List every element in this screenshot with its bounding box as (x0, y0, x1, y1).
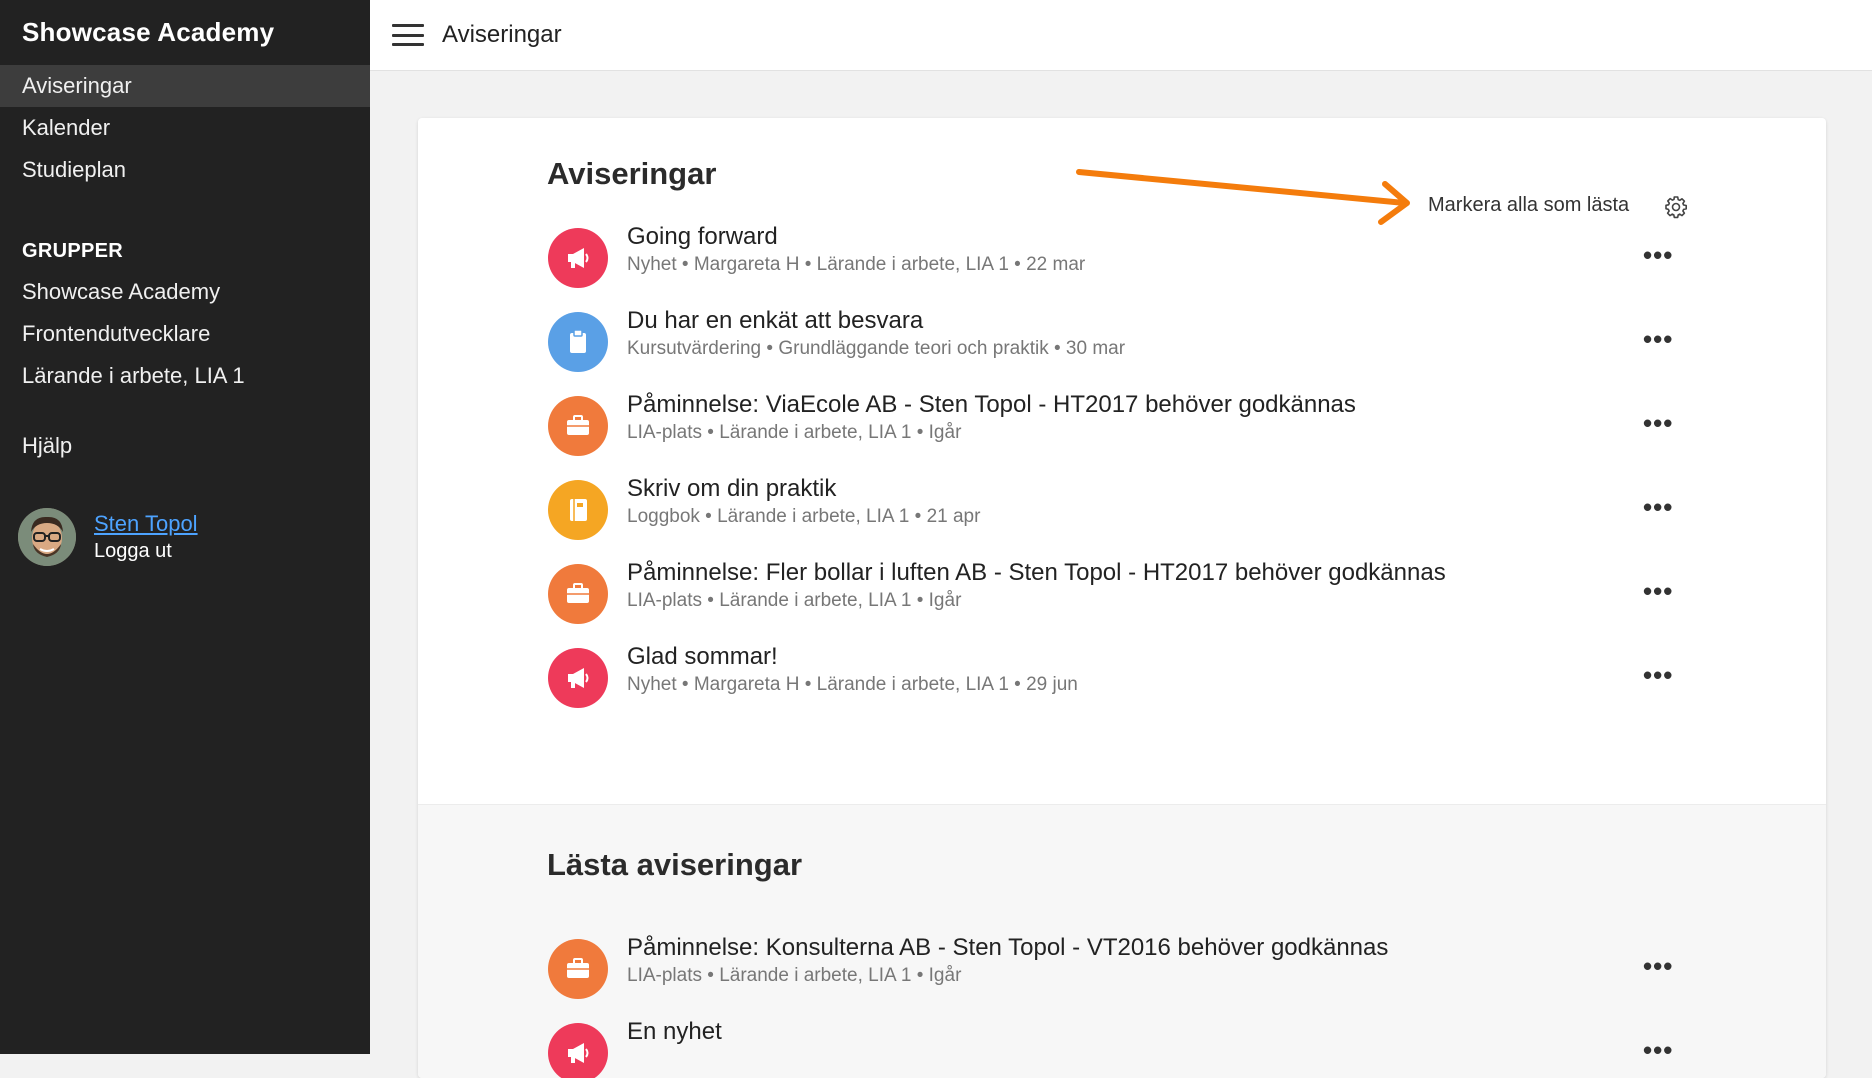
user-name-link[interactable]: Sten Topol (94, 510, 198, 538)
notification-title[interactable]: Påminnelse: Konsulterna AB - Sten Topol … (627, 934, 1388, 962)
briefcase-icon (548, 396, 608, 456)
more-options-icon[interactable]: ••• (1643, 492, 1673, 523)
sidebar-item-aviseringar[interactable]: Aviseringar (0, 65, 370, 107)
unread-heading: Aviseringar (547, 156, 717, 191)
notification-item[interactable]: Påminnelse: ViaEcole AB - Sten Topol - H… (548, 386, 1708, 456)
megaphone-icon (548, 1023, 608, 1078)
notification-meta: Kursutvärdering • Grundläggande teori oc… (627, 338, 1126, 359)
sidebar-item-studieplan[interactable]: Studieplan (0, 149, 370, 191)
megaphone-icon (548, 228, 608, 288)
avatar[interactable] (18, 508, 76, 566)
mark-all-read-button[interactable]: Markera alla som lästa (1428, 194, 1629, 217)
sidebar-item-kalender[interactable]: Kalender (0, 107, 370, 149)
user-panel: Sten Topol Logga ut (18, 508, 198, 566)
read-heading: Lästa aviseringar (547, 847, 803, 882)
notification-item[interactable]: Glad sommar! Nyhet • Margareta H • Lärand… (548, 638, 1708, 708)
sidebar: Showcase Academy Aviseringar Kalender St… (0, 0, 370, 1054)
notebook-icon (548, 480, 608, 540)
more-options-icon[interactable]: ••• (1643, 951, 1673, 982)
notification-meta: LIA-plats • Lärande i arbete, LIA 1 • Ig… (627, 422, 962, 443)
top-bar: Aviseringar (370, 0, 1872, 71)
notifications-card: Aviseringar Markera alla som lästa Going… (418, 118, 1826, 1078)
notification-item[interactable]: Påminnelse: Konsulterna AB - Sten Topol … (548, 929, 1708, 999)
notification-title[interactable]: Skriv om din praktik (627, 475, 836, 503)
sidebar-group-showcase-academy[interactable]: Showcase Academy (0, 271, 370, 313)
briefcase-icon (548, 564, 608, 624)
notification-title[interactable]: Glad sommar! (627, 643, 778, 671)
notification-item[interactable]: En nyhet ••• (548, 1013, 1708, 1078)
notification-item[interactable]: Du har en enkät att besvara Kursutvärderi… (548, 302, 1708, 372)
notification-title[interactable]: En nyhet (627, 1018, 722, 1046)
notification-meta: Nyhet • Margareta H • Lärande i arbete, … (627, 254, 1086, 275)
notification-meta: LIA-plats • Lärande i arbete, LIA 1 • Ig… (627, 965, 962, 986)
more-options-icon[interactable]: ••• (1643, 324, 1673, 355)
notification-title[interactable]: Du har en enkät att besvara (627, 307, 923, 335)
briefcase-icon (548, 939, 608, 999)
more-options-icon[interactable]: ••• (1643, 576, 1673, 607)
more-options-icon[interactable]: ••• (1643, 660, 1673, 691)
sidebar-item-help[interactable]: Hjälp (0, 425, 370, 467)
notification-meta: Nyhet • Margareta H • Lärande i arbete, … (627, 674, 1078, 695)
logout-link[interactable]: Logga ut (94, 538, 198, 564)
notification-item[interactable]: Påminnelse: Fler bollar i luften AB - St… (548, 554, 1708, 624)
hamburger-icon[interactable] (392, 24, 424, 46)
more-options-icon[interactable]: ••• (1643, 240, 1673, 271)
notification-meta: LIA-plats • Lärande i arbete, LIA 1 • Ig… (627, 590, 962, 611)
notification-item[interactable]: Skriv om din praktik Loggbok • Lärande i … (548, 470, 1708, 540)
clipboard-icon (548, 312, 608, 372)
more-options-icon[interactable]: ••• (1643, 408, 1673, 439)
groups-heading: GRUPPER (22, 239, 124, 262)
notification-meta: Loggbok • Lärande i arbete, LIA 1 • 21 a… (627, 506, 981, 527)
gear-icon[interactable] (1664, 195, 1688, 219)
sidebar-group-lia-1[interactable]: Lärande i arbete, LIA 1 (0, 355, 370, 397)
read-section: Lästa aviseringar Påminnelse: Konsultern… (418, 804, 1826, 1078)
sidebar-group-frontendutvecklare[interactable]: Frontendutvecklare (0, 313, 370, 355)
megaphone-icon (548, 648, 608, 708)
notification-title[interactable]: Going forward (627, 223, 778, 251)
annotation-arrow (1076, 169, 1410, 225)
notification-title[interactable]: Påminnelse: ViaEcole AB - Sten Topol - H… (627, 391, 1356, 419)
brand-title[interactable]: Showcase Academy (0, 0, 370, 65)
page-title: Aviseringar (442, 21, 562, 48)
notification-title[interactable]: Påminnelse: Fler bollar i luften AB - St… (627, 559, 1446, 587)
notification-item[interactable]: Going forward Nyhet • Margareta H • Läran… (548, 218, 1708, 288)
more-options-icon[interactable]: ••• (1643, 1035, 1673, 1066)
